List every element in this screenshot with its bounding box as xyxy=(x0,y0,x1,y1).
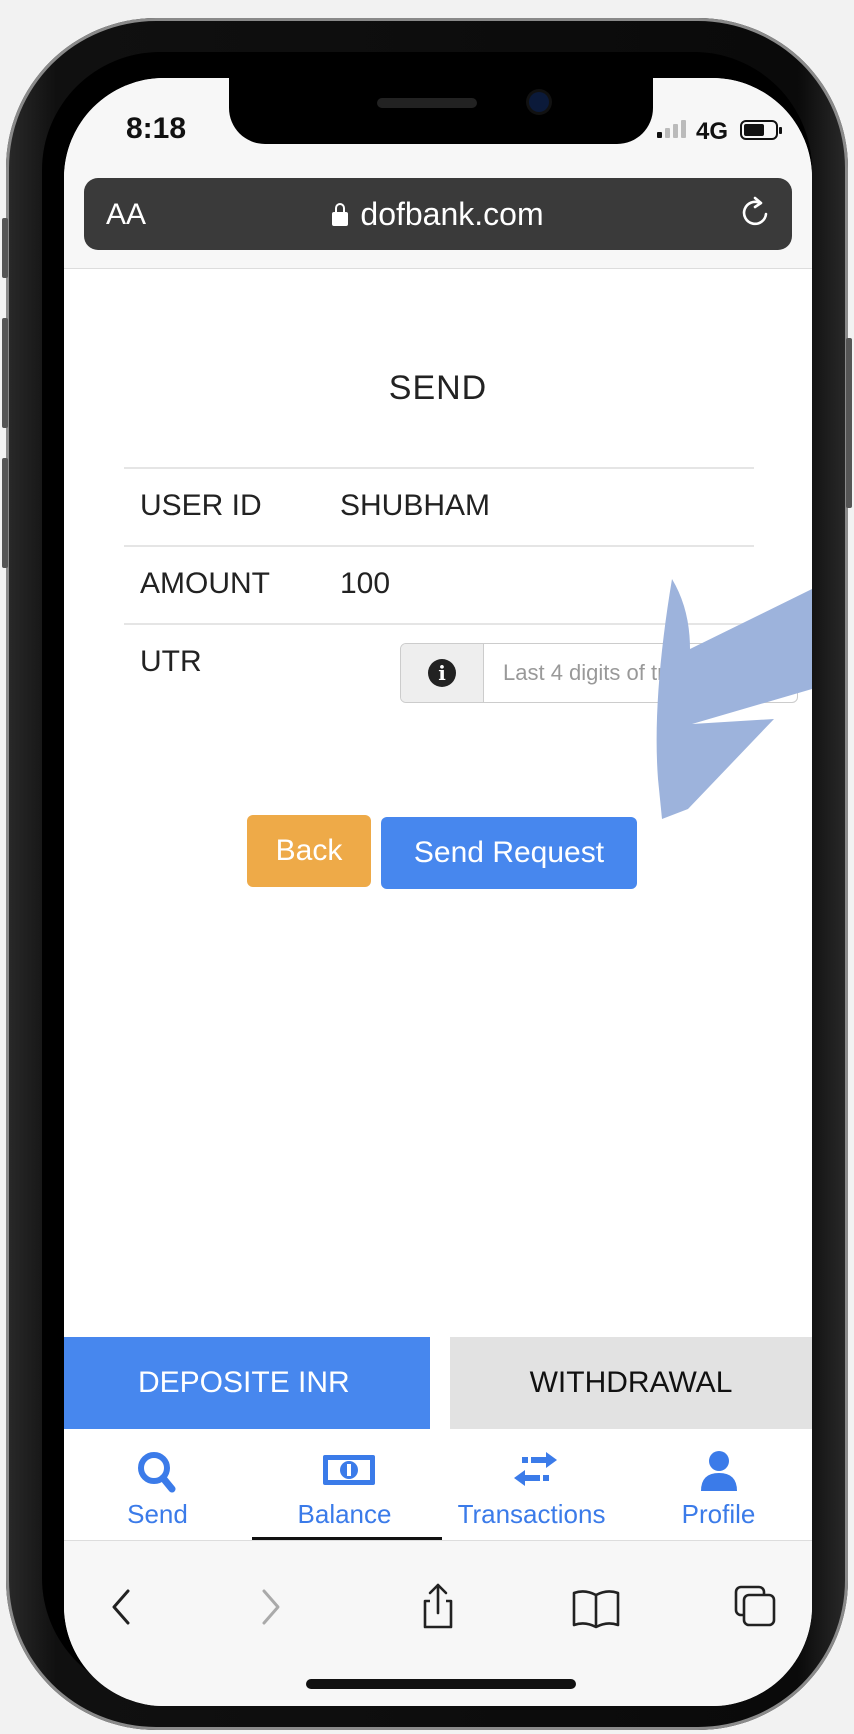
mode-tabs: DEPOSITE INR WITHDRAWAL xyxy=(64,1337,812,1429)
nav-label-profile: Profile xyxy=(681,1499,756,1529)
send-request-button[interactable]: Send Request xyxy=(381,817,637,889)
address-bar-area: AA dofbank.com xyxy=(64,168,812,269)
money-icon xyxy=(323,1455,375,1485)
phone-frame: 8:18 4G AA dofbank.com SEND USER ID SHUB… xyxy=(2,18,852,1730)
tab-deposit-inr[interactable]: DEPOSITE INR xyxy=(64,1337,430,1429)
info-icon: i xyxy=(428,659,456,687)
notch xyxy=(229,78,653,144)
nav-label-balance: Balance xyxy=(297,1499,392,1529)
browser-toolbar xyxy=(64,1540,812,1706)
nav-item-transactions[interactable]: Transactions xyxy=(438,1429,625,1539)
side-button xyxy=(2,458,8,568)
address-bar[interactable]: AA dofbank.com xyxy=(84,178,792,250)
page-content: SEND USER ID SHUBHAM AMOUNT 100 UTR i Ba… xyxy=(64,269,812,1333)
pointer-arrow-icon xyxy=(656,579,812,819)
camera xyxy=(529,92,549,112)
nav-item-profile[interactable]: Profile xyxy=(625,1429,812,1539)
lock-icon xyxy=(332,203,349,226)
bottom-nav: Send Balance Transactions Profile xyxy=(64,1429,812,1539)
signal-icon xyxy=(657,120,686,138)
page-title: SEND xyxy=(388,369,488,407)
user-id-value: SHUBHAM xyxy=(340,489,491,522)
amount-label: AMOUNT xyxy=(140,567,270,600)
back-button[interactable]: Back xyxy=(247,815,371,887)
status-bar: 8:18 4G xyxy=(64,78,812,168)
user-id-row: USER ID SHUBHAM xyxy=(124,467,754,545)
forward-chevron-icon[interactable] xyxy=(242,1579,298,1635)
side-button xyxy=(2,218,8,278)
search-icon xyxy=(138,1452,176,1493)
battery-icon xyxy=(740,120,782,140)
exchange-icon xyxy=(514,1452,557,1486)
nav-label-send: Send xyxy=(127,1499,188,1529)
url-display[interactable]: dofbank.com xyxy=(84,196,792,233)
bookmarks-icon[interactable] xyxy=(568,1579,624,1635)
tabs-icon[interactable] xyxy=(728,1579,784,1635)
home-indicator xyxy=(306,1679,576,1689)
utr-addon: i xyxy=(401,644,484,702)
status-time: 8:18 xyxy=(126,112,187,145)
side-button xyxy=(2,318,8,428)
back-chevron-icon[interactable] xyxy=(94,1579,150,1635)
nav-item-balance[interactable]: Balance xyxy=(251,1429,438,1539)
speaker xyxy=(377,98,477,108)
utr-label: UTR xyxy=(140,645,202,678)
network-type: 4G xyxy=(696,118,729,145)
amount-value: 100 xyxy=(340,567,391,600)
side-button xyxy=(846,338,852,508)
url-text: dofbank.com xyxy=(360,196,544,232)
share-icon[interactable] xyxy=(410,1579,466,1635)
nav-label-transactions: Transactions xyxy=(457,1499,606,1529)
nav-item-send[interactable]: Send xyxy=(64,1429,251,1539)
user-icon xyxy=(701,1451,737,1491)
user-id-label: USER ID xyxy=(140,489,262,522)
tab-withdrawal[interactable]: WITHDRAWAL xyxy=(450,1337,812,1429)
reload-icon[interactable] xyxy=(738,194,774,230)
screen: 8:18 4G AA dofbank.com SEND USER ID SHUB… xyxy=(64,78,812,1706)
